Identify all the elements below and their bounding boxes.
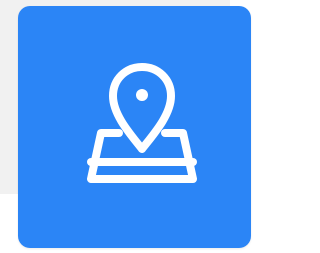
location-app-tile[interactable] — [18, 6, 251, 248]
map-location-pin-icon — [83, 51, 201, 189]
